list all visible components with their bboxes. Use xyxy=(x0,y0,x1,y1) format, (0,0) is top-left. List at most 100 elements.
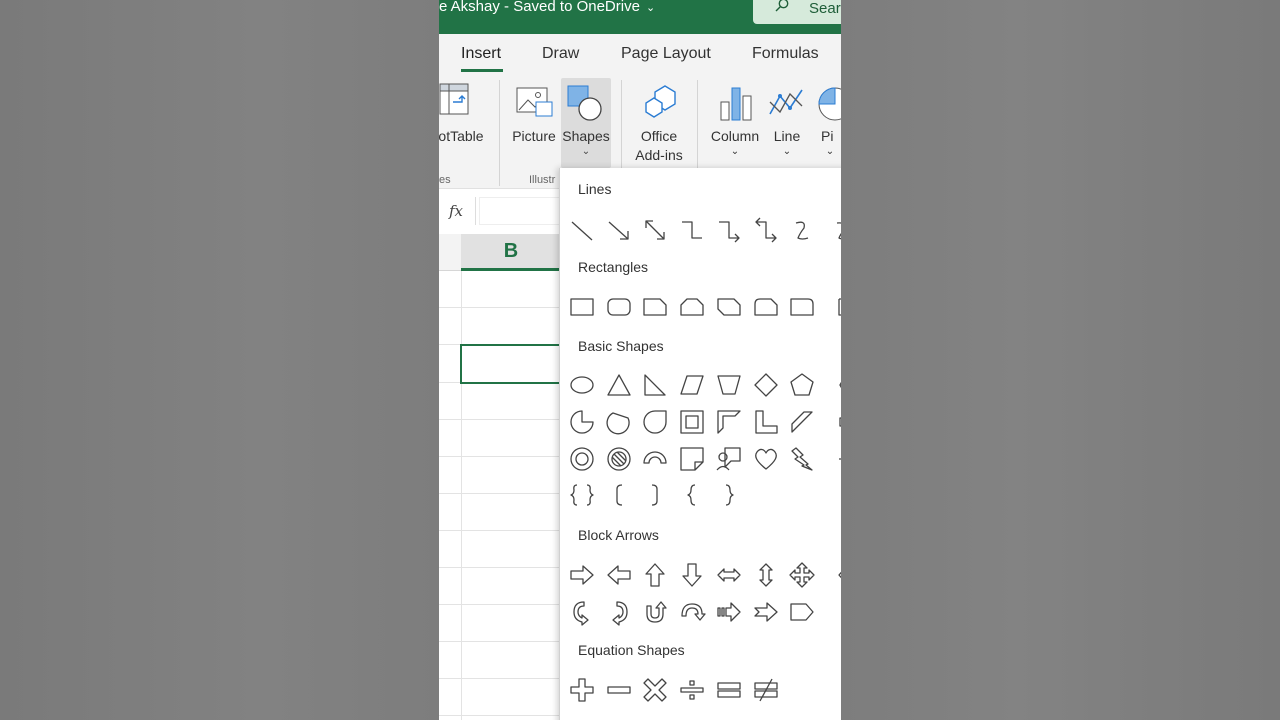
right-triangle-icon[interactable] xyxy=(641,371,669,399)
curved-down-arrow-icon[interactable] xyxy=(678,598,706,626)
office-addins-button[interactable]: Office Add-ins xyxy=(629,78,689,168)
donut-icon[interactable] xyxy=(568,445,596,473)
snip-same-side-rectangle-icon[interactable] xyxy=(678,293,706,321)
right-bracket-icon[interactable] xyxy=(641,481,669,509)
snip-round-rectangle-icon[interactable] xyxy=(752,293,780,321)
document-title[interactable]: e Akshay - Saved to OneDrive ⌄ xyxy=(439,0,655,15)
elbow-connector-icon[interactable] xyxy=(678,216,706,244)
curved-connector-icon[interactable] xyxy=(788,216,816,244)
ribbon-group-label: es xyxy=(439,174,451,186)
section-title-lines: Lines xyxy=(578,181,612,197)
l-shape-icon[interactable] xyxy=(752,408,780,436)
grid-line xyxy=(439,641,569,642)
line-double-arrow-icon[interactable] xyxy=(641,216,669,244)
tab-formulas[interactable]: Formulas xyxy=(752,45,819,63)
grid-line xyxy=(439,419,569,420)
pie-icon[interactable] xyxy=(568,408,596,436)
pie-chart-icon xyxy=(818,87,841,121)
left-bracket-icon[interactable] xyxy=(605,481,633,509)
up-arrow-icon[interactable] xyxy=(641,561,669,589)
not-equal-sign-icon[interactable] xyxy=(752,676,780,704)
block-arc-icon[interactable] xyxy=(641,445,669,473)
line-chart-button[interactable]: Line ⌄ xyxy=(765,78,809,168)
heart-icon[interactable] xyxy=(752,445,780,473)
selected-cell[interactable] xyxy=(460,344,565,384)
trapezoid-icon[interactable] xyxy=(715,371,743,399)
division-sign-icon[interactable] xyxy=(678,676,706,704)
round-single-corner-rectangle-icon[interactable] xyxy=(788,293,816,321)
left-up-arrow-partial-icon[interactable] xyxy=(825,561,841,589)
picture-button[interactable]: Picture xyxy=(509,78,559,168)
smiley-callout-icon[interactable] xyxy=(715,445,743,473)
diamond-icon[interactable] xyxy=(752,371,780,399)
down-arrow-icon[interactable] xyxy=(678,561,706,589)
equal-sign-icon[interactable] xyxy=(715,676,743,704)
diagonal-stripe-icon[interactable] xyxy=(788,408,816,436)
column-chart-button[interactable]: Column ⌄ xyxy=(705,78,765,168)
right-brace-icon[interactable] xyxy=(715,481,743,509)
chevron-partial-icon[interactable] xyxy=(825,598,841,626)
tab-draw[interactable]: Draw xyxy=(542,45,579,63)
notched-right-arrow-icon[interactable] xyxy=(752,598,780,626)
hexagon-partial-icon[interactable] xyxy=(825,371,841,399)
frame-icon[interactable] xyxy=(678,408,706,436)
pentagon-arrow-icon[interactable] xyxy=(788,598,816,626)
picture-label: Picture xyxy=(512,128,556,144)
quad-arrow-icon[interactable] xyxy=(788,561,816,589)
no-symbol-icon[interactable] xyxy=(605,445,633,473)
folded-corner-icon[interactable] xyxy=(678,445,706,473)
oval-icon[interactable] xyxy=(568,371,596,399)
striped-right-arrow-icon[interactable] xyxy=(715,598,743,626)
half-frame-icon[interactable] xyxy=(715,408,743,436)
left-arrow-icon[interactable] xyxy=(605,561,633,589)
teardrop-icon[interactable] xyxy=(641,408,669,436)
chevron-down-icon: ⌄ xyxy=(645,2,656,14)
sun-partial-icon[interactable] xyxy=(825,445,841,473)
section-title-block-arrows: Block Arrows xyxy=(578,527,659,543)
chord-icon[interactable] xyxy=(605,408,633,436)
shapes-button[interactable]: Shapes ⌄ xyxy=(561,78,611,168)
curved-connector-partial-icon[interactable] xyxy=(825,216,841,244)
snip-diagonal-rectangle-icon[interactable] xyxy=(715,293,743,321)
search-box[interactable]: Sear xyxy=(753,0,841,24)
tab-insert[interactable]: Insert xyxy=(461,45,501,63)
rectangle-partial-icon[interactable] xyxy=(825,293,841,321)
left-brace-icon[interactable] xyxy=(678,481,706,509)
curved-left-arrow-icon[interactable] xyxy=(605,598,633,626)
pie-chart-button[interactable]: Pi ⌄ xyxy=(815,78,841,168)
shapes-label: Shapes xyxy=(562,128,610,144)
section-title-equation-shapes: Equation Shapes xyxy=(578,642,685,658)
up-down-arrow-icon[interactable] xyxy=(752,561,780,589)
curved-right-arrow-icon[interactable] xyxy=(568,598,596,626)
cross-partial-icon[interactable] xyxy=(825,408,841,436)
snip-single-corner-rectangle-icon[interactable] xyxy=(641,293,669,321)
elbow-double-arrow-connector-icon[interactable] xyxy=(752,216,780,244)
multiply-sign-icon[interactable] xyxy=(641,676,669,704)
line-icon[interactable] xyxy=(568,216,596,244)
pivottable-button[interactable]: otTable xyxy=(439,78,489,168)
u-turn-up-arrow-icon[interactable] xyxy=(641,598,669,626)
elbow-arrow-connector-icon[interactable] xyxy=(715,216,743,244)
line-arrow-icon[interactable] xyxy=(605,216,633,244)
background-left xyxy=(0,0,439,720)
plus-sign-icon[interactable] xyxy=(568,676,596,704)
tab-page-layout[interactable]: Page Layout xyxy=(621,45,711,63)
pivottable-label: otTable xyxy=(439,128,484,144)
pie-label: Pi xyxy=(821,128,834,144)
pentagon-icon[interactable] xyxy=(788,371,816,399)
minus-sign-icon[interactable] xyxy=(605,676,633,704)
rounded-rectangle-icon[interactable] xyxy=(605,293,633,321)
lightning-bolt-icon[interactable] xyxy=(788,445,816,473)
left-right-arrow-icon[interactable] xyxy=(715,561,743,589)
triangle-icon[interactable] xyxy=(605,371,633,399)
chevron-down-icon: ⌄ xyxy=(782,146,792,157)
parallelogram-icon[interactable] xyxy=(678,371,706,399)
section-title-rectangles: Rectangles xyxy=(578,259,649,275)
search-icon xyxy=(775,0,789,12)
column-header-b[interactable]: B xyxy=(461,234,561,271)
rectangle-icon[interactable] xyxy=(568,293,596,321)
chevron-down-icon: ⌄ xyxy=(581,146,591,157)
fx-icon[interactable]: fx xyxy=(449,202,463,220)
double-brace-icon[interactable] xyxy=(568,481,596,509)
right-arrow-icon[interactable] xyxy=(568,561,596,589)
